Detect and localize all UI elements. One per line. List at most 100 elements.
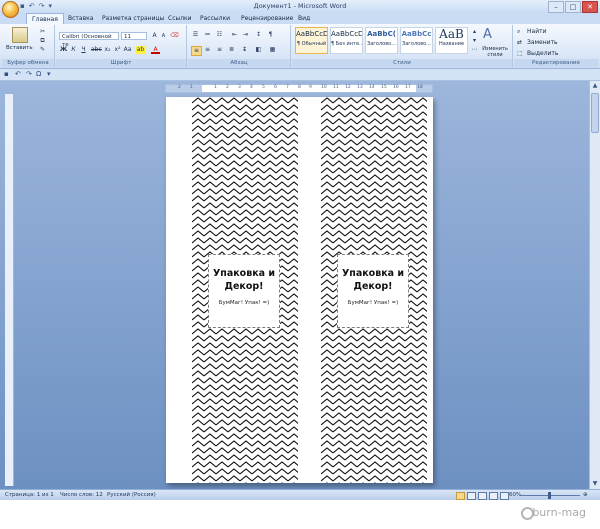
bullets-icon[interactable]: ☰ bbox=[191, 31, 200, 39]
multilevel-list-icon[interactable]: ☷ bbox=[215, 31, 224, 39]
cut-icon[interactable]: ✂ bbox=[38, 28, 47, 36]
office-button[interactable] bbox=[2, 1, 19, 18]
clear-format-icon[interactable]: ⌫ bbox=[170, 32, 179, 40]
style-heading-2[interactable]: AaBbCc Заголово... bbox=[400, 27, 433, 54]
zoom-in-icon[interactable]: ⊕ bbox=[583, 492, 588, 498]
style-normal[interactable]: AaBbCcDc ¶ Обычный bbox=[295, 27, 328, 54]
ruler-number: 13 bbox=[357, 85, 363, 90]
undo-icon[interactable]: ↶ bbox=[15, 70, 21, 78]
change-case-icon[interactable]: Aa bbox=[123, 46, 132, 54]
paste-button[interactable]: Вставить bbox=[6, 45, 33, 51]
styles-scroll-up-icon[interactable]: ▴ bbox=[470, 28, 479, 36]
zoom-slider-knob[interactable] bbox=[548, 492, 551, 499]
highlight-icon[interactable]: ab bbox=[136, 46, 145, 54]
paste-icon[interactable] bbox=[12, 27, 28, 43]
close-button[interactable]: ✕ bbox=[582, 1, 598, 13]
scroll-down-icon[interactable]: ▼ bbox=[590, 479, 600, 489]
document-page[interactable]: Упаковка и Декор! БумМаг! Упак! =) Упако… bbox=[166, 97, 433, 483]
ruler-number: 1 bbox=[190, 85, 193, 90]
italic-icon[interactable]: К bbox=[69, 46, 78, 54]
page-count[interactable]: Страница: 1 из 1 bbox=[5, 492, 54, 498]
change-styles-button[interactable]: Изменить стили bbox=[481, 46, 509, 58]
find-icon[interactable]: ⌕ bbox=[517, 28, 520, 36]
font-group: Calibri (Основной те 11 A A ⌫ Ж К Ч abc … bbox=[56, 25, 187, 67]
font-name-select[interactable]: Calibri (Основной те bbox=[59, 32, 119, 48]
symbol-icon[interactable]: Ω bbox=[36, 70, 41, 78]
increase-indent-icon[interactable]: ⇥ bbox=[241, 31, 250, 39]
ribbon-tabs: Главная Вставка Разметка страницы Ссылки… bbox=[0, 13, 600, 25]
vertical-scrollbar[interactable]: ▲ ▼ bbox=[589, 81, 600, 489]
font-size-select[interactable]: 11 bbox=[121, 32, 147, 40]
paragraph-group-label: Абзац bbox=[188, 59, 290, 67]
styles-scroll-down-icon[interactable]: ▾ bbox=[470, 37, 479, 45]
borders-icon[interactable]: ▦ bbox=[268, 46, 277, 54]
draft-icon[interactable] bbox=[500, 492, 509, 500]
align-right-icon[interactable]: ≡ bbox=[215, 46, 224, 54]
line-spacing-icon[interactable]: ↨ bbox=[240, 46, 249, 54]
select-button[interactable]: Выделить bbox=[527, 50, 558, 57]
strikethrough-icon[interactable]: abc bbox=[91, 46, 102, 54]
paragraph-group: ☰ ≔ ☷ ⇤ ⇥ ↕ ¶ ≡ ≡ ≡ ≣ ↨ ◧ ▦ Абзац bbox=[188, 25, 291, 67]
subscript-icon[interactable]: x₂ bbox=[103, 46, 112, 54]
print-layout-icon[interactable] bbox=[456, 492, 465, 500]
tab-review[interactable]: Рецензирование bbox=[241, 14, 293, 24]
replace-button[interactable]: Заменить bbox=[527, 39, 558, 46]
shading-icon[interactable]: ◧ bbox=[254, 46, 263, 54]
grow-font-icon[interactable]: A bbox=[150, 32, 159, 40]
tab-page-layout[interactable]: Разметка страницы bbox=[102, 14, 164, 24]
change-styles-icon[interactable]: A bbox=[483, 27, 492, 42]
ruler-number: 12 bbox=[345, 85, 351, 90]
ruler-number: 17 bbox=[405, 85, 411, 90]
ruler-number: 3 bbox=[238, 85, 241, 90]
customize-toolbar-icon[interactable]: ▾ bbox=[47, 70, 51, 78]
save-icon[interactable]: ▪ bbox=[4, 70, 9, 78]
horizontal-ruler[interactable]: 2 1 1 2 3 4 5 6 7 8 9 10 11 12 13 14 15 … bbox=[165, 84, 433, 93]
web-layout-icon[interactable] bbox=[478, 492, 487, 500]
card-subtitle: БумМаг! Упак! =) bbox=[347, 300, 399, 306]
language-indicator[interactable]: Русский (Россия) bbox=[107, 492, 156, 498]
ruler-number: 15 bbox=[381, 85, 387, 90]
style-sample: AaBbCc bbox=[401, 30, 432, 38]
style-no-spacing[interactable]: AaBbCcDc ¶ Без инте... bbox=[330, 27, 363, 54]
maximize-button[interactable]: □ bbox=[565, 1, 581, 13]
card-subtitle: БумМаг! Упак! =) bbox=[218, 300, 270, 306]
tab-references[interactable]: Ссылки bbox=[168, 14, 192, 24]
select-icon[interactable]: ⬚ bbox=[517, 50, 523, 57]
scroll-thumb[interactable] bbox=[591, 93, 599, 133]
style-title[interactable]: AaB Название bbox=[435, 27, 468, 54]
tab-mailings[interactable]: Рассылки bbox=[200, 14, 230, 24]
font-color-icon[interactable]: A bbox=[151, 46, 160, 54]
ribbon: Вставить ✂ ⧉ ✎ Буфер обмена Calibri (Осн… bbox=[0, 24, 600, 69]
ruler-number: 7 bbox=[286, 85, 289, 90]
find-button[interactable]: Найти bbox=[527, 28, 546, 35]
decrease-indent-icon[interactable]: ⇤ bbox=[230, 31, 239, 39]
copy-icon[interactable]: ⧉ bbox=[38, 37, 47, 45]
style-heading-1[interactable]: AaBbC( Заголово... bbox=[365, 27, 398, 54]
clipboard-group: Вставить ✂ ⧉ ✎ Буфер обмена bbox=[2, 25, 55, 67]
scroll-up-icon[interactable]: ▲ bbox=[590, 81, 600, 91]
sort-icon[interactable]: ↕ bbox=[254, 31, 263, 39]
outline-icon[interactable] bbox=[489, 492, 498, 500]
superscript-icon[interactable]: x² bbox=[113, 46, 122, 54]
align-left-icon[interactable]: ≡ bbox=[191, 46, 202, 56]
tab-insert[interactable]: Вставка bbox=[68, 14, 93, 24]
underline-icon[interactable]: Ч bbox=[79, 46, 88, 54]
label-card-left: Упаковка и Декор! БумМаг! Упак! =) bbox=[208, 254, 280, 328]
numbering-icon[interactable]: ≔ bbox=[203, 31, 212, 39]
full-screen-reading-icon[interactable] bbox=[467, 492, 476, 500]
style-sample: AaBbCcDc bbox=[296, 30, 327, 38]
footer: burn-mag bbox=[0, 500, 600, 529]
styles-more-icon[interactable]: ⋯ bbox=[470, 46, 479, 54]
align-center-icon[interactable]: ≡ bbox=[203, 46, 212, 54]
ruler-number: 2 bbox=[178, 85, 181, 90]
word-count[interactable]: Число слов: 12 bbox=[60, 492, 103, 498]
redo-icon[interactable]: ↷ bbox=[26, 70, 32, 78]
replace-icon[interactable]: ⇄ bbox=[517, 39, 522, 46]
format-painter-icon[interactable]: ✎ bbox=[38, 46, 47, 54]
bold-icon[interactable]: Ж bbox=[59, 46, 68, 54]
justify-icon[interactable]: ≣ bbox=[227, 46, 236, 54]
show-marks-icon[interactable]: ¶ bbox=[266, 31, 275, 39]
minimize-button[interactable]: – bbox=[548, 1, 564, 13]
tab-view[interactable]: Вид bbox=[298, 14, 310, 24]
shrink-font-icon[interactable]: A bbox=[159, 32, 168, 40]
